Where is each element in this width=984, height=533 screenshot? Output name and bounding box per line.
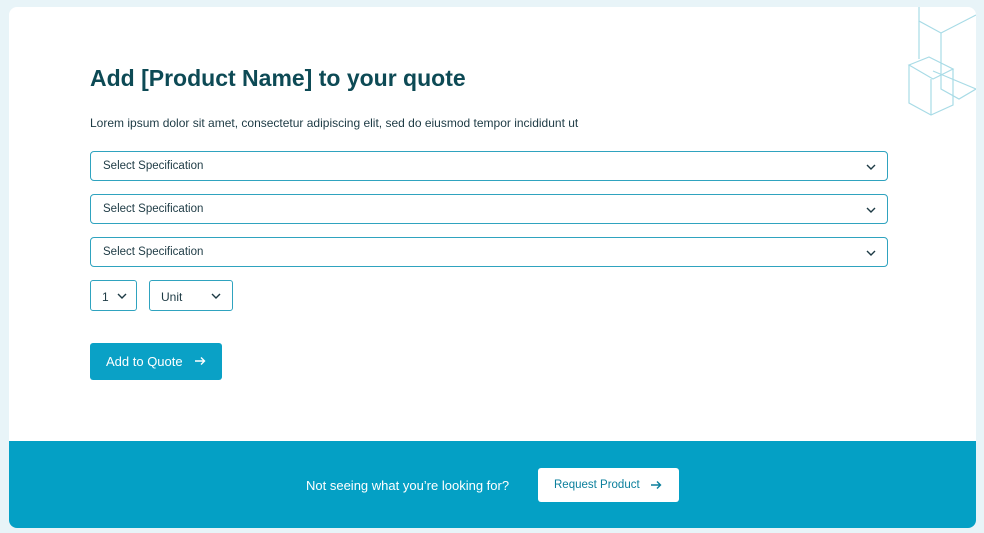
specification-select-label: Select Specification [103, 160, 204, 172]
chevron-down-icon [117, 293, 127, 299]
request-product-button[interactable]: Request Product [538, 468, 679, 502]
request-product-banner: Not seeing what you’re looking for? Requ… [9, 441, 976, 528]
quantity-select[interactable]: 1 [90, 280, 137, 311]
page-title: Add [Product Name] to your quote [90, 65, 466, 91]
specification-select-label: Select Specification [103, 203, 204, 215]
chevron-down-icon [866, 207, 876, 213]
arrow-right-icon [195, 357, 206, 365]
specification-select-1[interactable]: Select Specification [90, 151, 888, 181]
arrow-right-icon [651, 481, 662, 489]
cubes-decoration-icon [907, 7, 976, 116]
specification-select-label: Select Specification [103, 246, 204, 258]
specification-select-3[interactable]: Select Specification [90, 237, 888, 267]
chevron-down-icon [866, 250, 876, 256]
banner-question: Not seeing what you’re looking for? [306, 478, 510, 493]
unit-value: Unit [161, 290, 183, 304]
quote-card: Add [Product Name] to your quote Lorem i… [9, 7, 976, 528]
chevron-down-icon [866, 164, 876, 170]
page-description: Lorem ipsum dolor sit amet, consectetur … [90, 116, 579, 130]
specification-select-2[interactable]: Select Specification [90, 194, 888, 224]
unit-select[interactable]: Unit [149, 280, 233, 311]
chevron-down-icon [211, 293, 221, 299]
add-to-quote-button[interactable]: Add to Quote [90, 343, 222, 380]
add-to-quote-label: Add to Quote [106, 354, 183, 369]
quantity-value: 1 [102, 290, 109, 304]
request-product-label: Request Product [554, 479, 640, 491]
